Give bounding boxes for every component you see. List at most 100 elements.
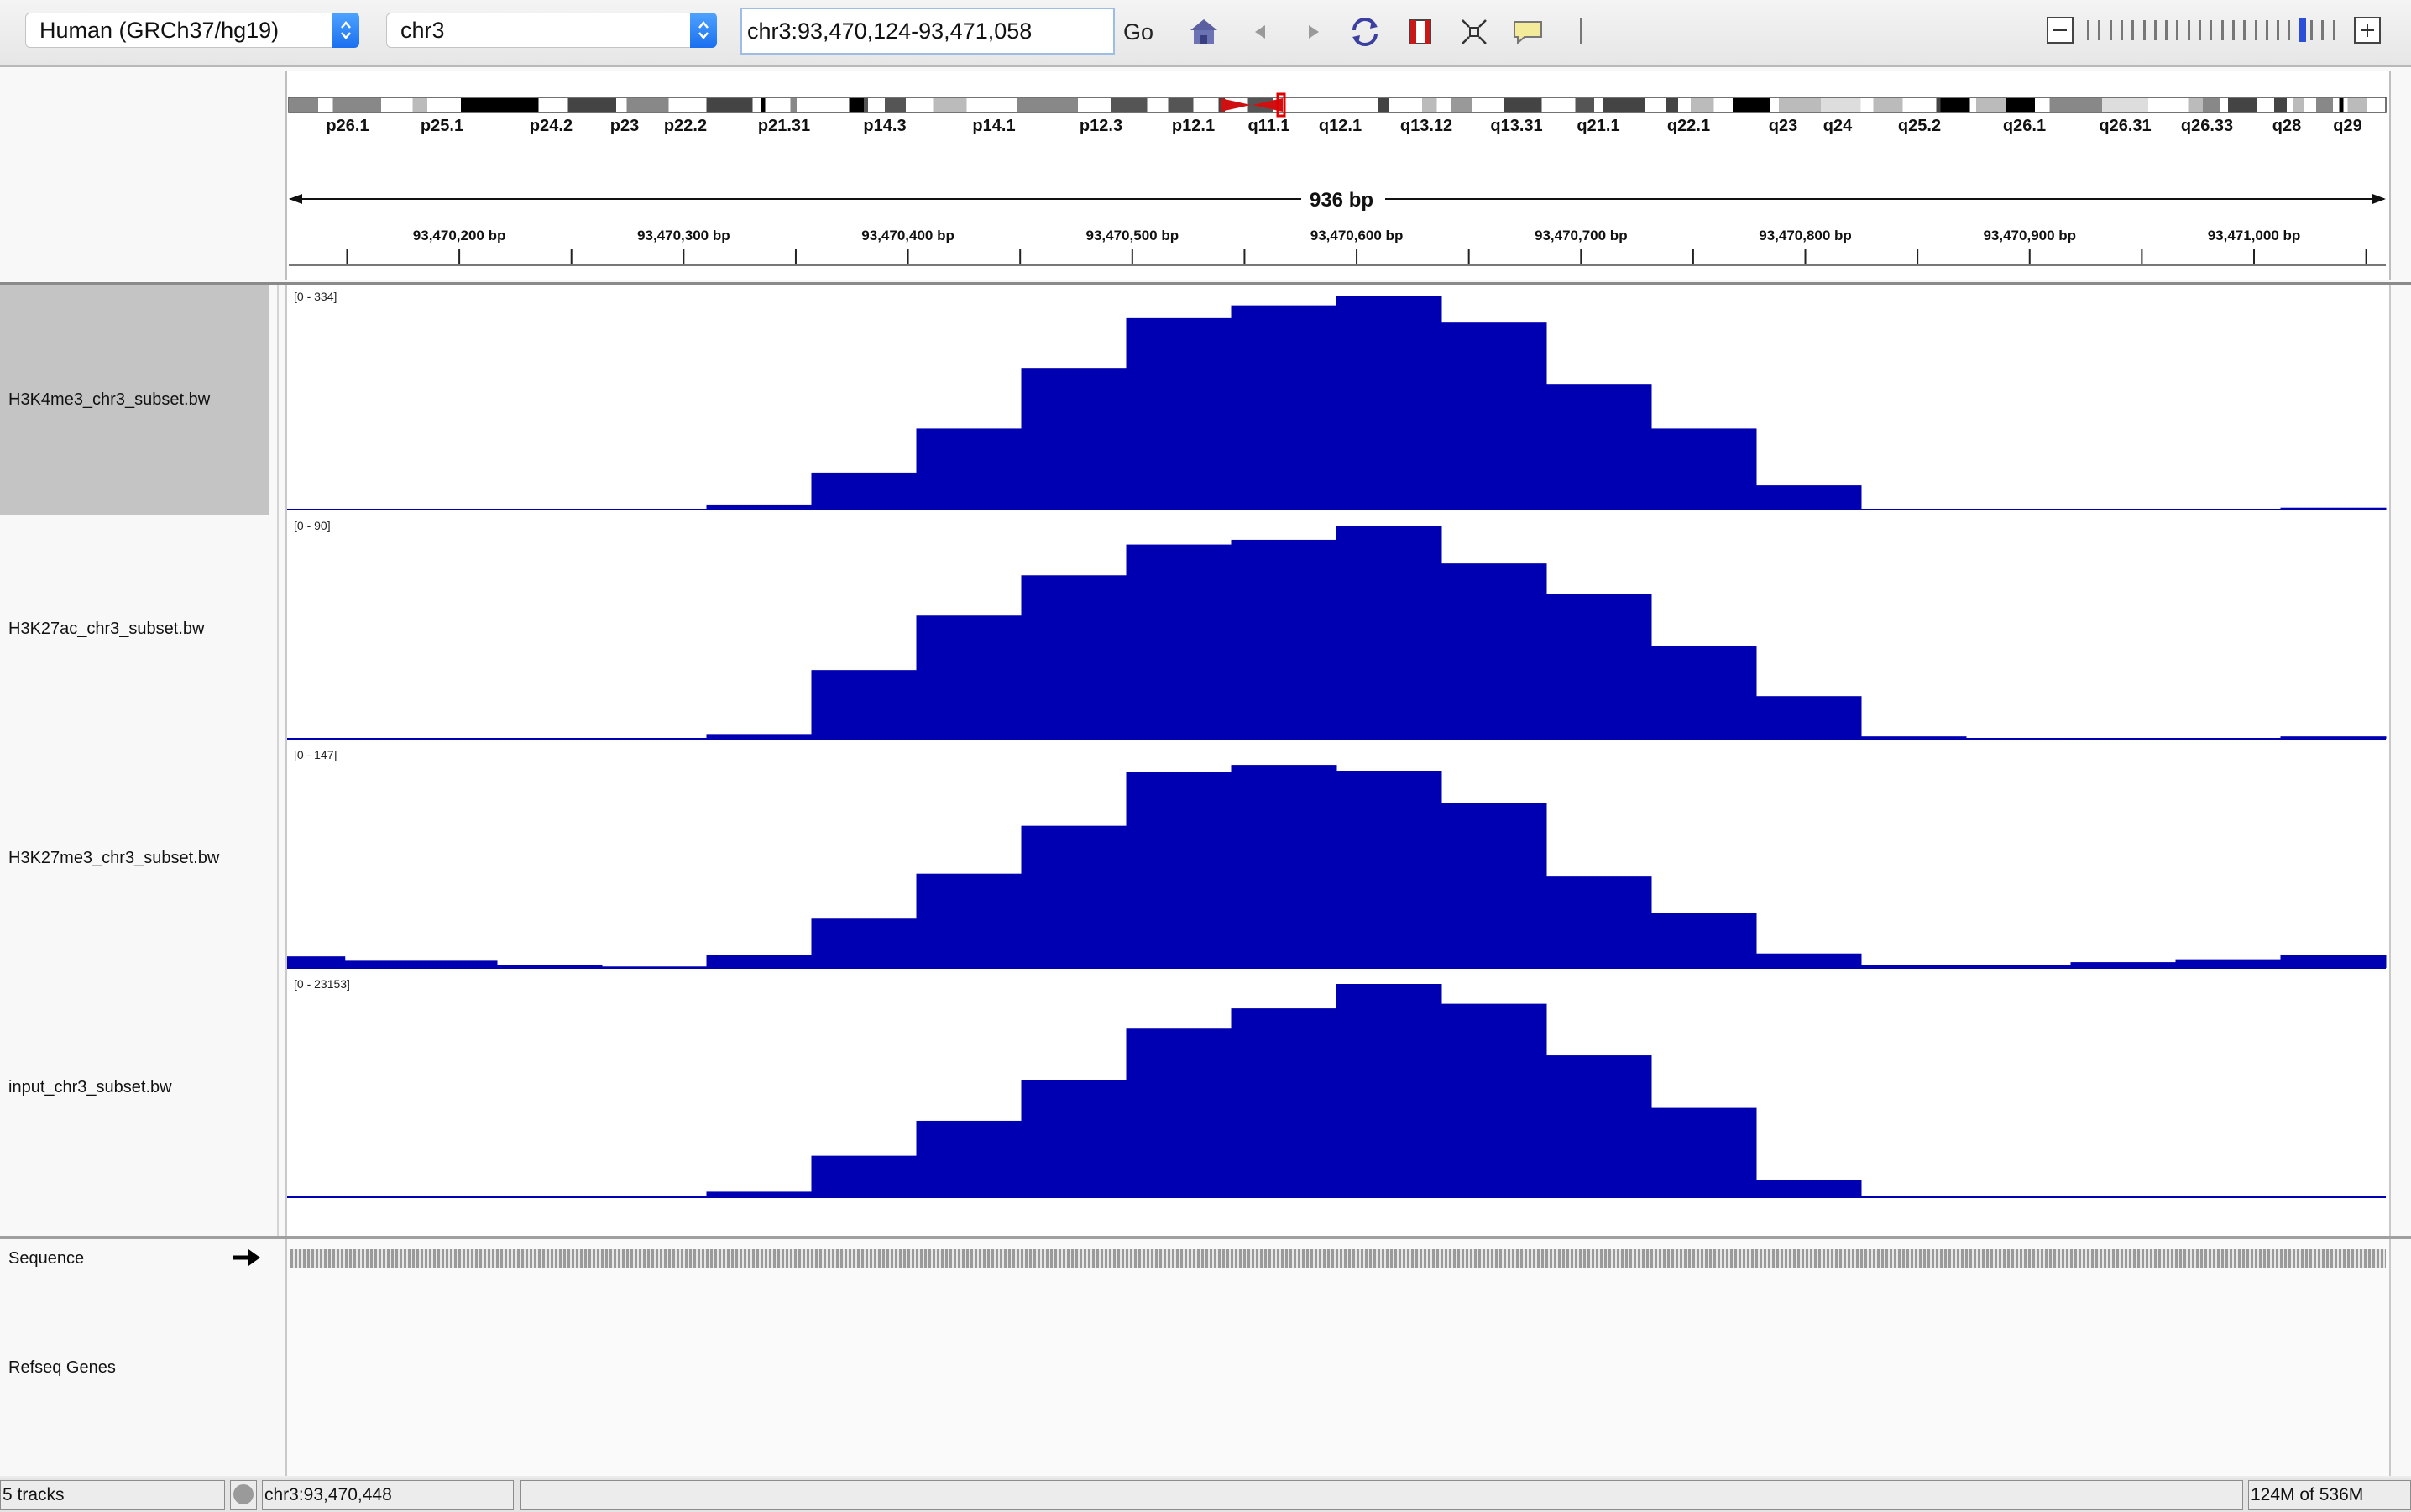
coverage-bar[interactable] — [1022, 575, 1127, 739]
coverage-bar[interactable] — [1546, 594, 1652, 739]
coverage-bar[interactable] — [2071, 738, 2177, 739]
coverage-bar[interactable] — [2176, 738, 2282, 739]
coverage-bar[interactable] — [497, 965, 603, 968]
coverage-bar[interactable] — [1127, 318, 1232, 510]
ideogram-band[interactable] — [1111, 98, 1148, 112]
chromosome-ideogram[interactable]: p26.1p25.1p24.2p23p22.2p21.31p14.3p14.1p… — [289, 94, 2386, 135]
zoom-tick[interactable] — [2255, 20, 2257, 40]
track-name[interactable]: input_chr3_subset.bw — [0, 973, 269, 1202]
strand-arrow-icon[interactable] — [232, 1246, 262, 1269]
ideogram-band[interactable] — [1576, 98, 1595, 112]
chromosome-dropdown[interactable]: chr3 — [386, 13, 717, 48]
ideogram-band[interactable] — [413, 98, 428, 112]
ideogram-band[interactable] — [850, 98, 865, 112]
coverage-bar[interactable] — [1441, 1004, 1547, 1197]
ruler[interactable]: 936 bp93,470,200 bp93,470,300 bp93,470,4… — [289, 189, 2386, 265]
ideogram-band[interactable] — [2006, 98, 2035, 112]
ideogram-band[interactable] — [1941, 98, 1970, 112]
track-name[interactable]: H3K4me3_chr3_subset.bw — [0, 285, 269, 515]
coverage-bar[interactable] — [917, 1121, 1022, 1197]
home-icon[interactable] — [1185, 13, 1222, 50]
zoom-out-button[interactable] — [2047, 17, 2074, 44]
coverage-bar[interactable] — [1546, 1055, 1652, 1197]
coverage-bar[interactable] — [1441, 563, 1547, 739]
coverage-bar[interactable] — [1756, 485, 1862, 510]
coverage-bar[interactable] — [2281, 508, 2387, 510]
ideogram-band[interactable] — [934, 98, 967, 112]
zoom-in-button[interactable] — [2354, 17, 2381, 44]
ideogram-band[interactable] — [2340, 98, 2344, 112]
zoom-tick[interactable] — [2131, 20, 2134, 40]
ideogram-band[interactable] — [761, 98, 766, 112]
coverage-bar[interactable] — [1441, 322, 1547, 510]
coverage-bar[interactable] — [1232, 306, 1337, 510]
coverage-bar[interactable] — [812, 670, 918, 739]
zoom-tick[interactable] — [2087, 20, 2089, 40]
ideogram-band[interactable] — [1779, 98, 1821, 112]
ideogram-band[interactable] — [333, 98, 382, 112]
coverage-bar[interactable] — [287, 956, 345, 968]
coverage-bar[interactable] — [1336, 296, 1442, 510]
ideogram-band[interactable] — [791, 98, 798, 112]
ideogram-band[interactable] — [1017, 98, 1079, 112]
coverage-bar[interactable] — [1336, 526, 1442, 739]
coverage-bar[interactable] — [1966, 965, 2072, 968]
track-H3K27me3[interactable]: [0 - 147] — [287, 748, 2387, 968]
coverage-bar[interactable] — [602, 966, 708, 968]
ideogram-band[interactable] — [864, 98, 868, 112]
resize-icon[interactable] — [1456, 13, 1493, 50]
genome-dropdown[interactable]: Human (GRCh37/hg19) — [25, 13, 359, 48]
zoom-tick[interactable] — [2310, 20, 2313, 40]
ideogram-band[interactable] — [707, 98, 753, 112]
track-H3K4me3[interactable]: [0 - 334] — [287, 290, 2387, 510]
coverage-bar[interactable] — [1232, 540, 1337, 739]
ideogram-band[interactable] — [2050, 98, 2103, 112]
coverage-bar[interactable] — [1756, 1180, 1862, 1197]
back-icon[interactable] — [1242, 13, 1279, 50]
coverage-bar[interactable] — [1022, 1080, 1127, 1197]
coverage-bar[interactable] — [812, 473, 918, 510]
coverage-bar[interactable] — [707, 734, 813, 739]
track-name[interactable]: H3K27me3_chr3_subset.bw — [0, 744, 269, 973]
zoom-tick[interactable] — [2266, 20, 2268, 40]
ideogram-band[interactable] — [1733, 98, 1770, 112]
zoom-tick[interactable] — [2188, 20, 2190, 40]
ideogram-band[interactable] — [289, 98, 318, 112]
zoom-tick[interactable] — [2143, 20, 2146, 40]
zoom-tick[interactable] — [2165, 20, 2168, 40]
ideogram-band[interactable] — [568, 98, 617, 112]
locus-input[interactable] — [740, 8, 1115, 55]
coverage-bar[interactable] — [1546, 876, 1652, 968]
zoom-tick[interactable] — [2110, 20, 2112, 40]
track-data-area[interactable]: [0 - 334][0 - 90][0 - 147][0 - 23153] — [285, 285, 2391, 1236]
zoom-slider-thumb[interactable] — [2299, 18, 2306, 42]
roi-icon[interactable] — [1402, 13, 1439, 50]
zoom-tick[interactable] — [2210, 20, 2212, 40]
zoom-tick[interactable] — [2176, 20, 2178, 40]
coverage-bar[interactable] — [1441, 803, 1547, 968]
coverage-bar[interactable] — [1651, 646, 1757, 739]
coverage-bar[interactable] — [707, 1191, 813, 1197]
zoom-tick[interactable] — [2221, 20, 2224, 40]
ideogram-band[interactable] — [1603, 98, 1645, 112]
zoom-tick[interactable] — [2288, 20, 2290, 40]
coverage-bar[interactable] — [1336, 771, 1442, 968]
coverage-bar[interactable] — [1232, 1008, 1337, 1197]
coverage-bar[interactable] — [917, 428, 1022, 510]
zoom-tick[interactable] — [2321, 20, 2324, 40]
sequence-track[interactable] — [290, 1249, 2386, 1268]
ideogram-band[interactable] — [1937, 98, 1941, 112]
coverage-bar[interactable] — [2281, 955, 2387, 968]
coverage-bar[interactable] — [1651, 428, 1757, 510]
zoom-tick[interactable] — [2232, 20, 2235, 40]
coverage-bar[interactable] — [2071, 962, 2177, 968]
refresh-icon[interactable] — [1347, 13, 1383, 50]
coverage-bar[interactable] — [1127, 1028, 1232, 1197]
coverage-bar[interactable] — [1651, 1108, 1757, 1197]
zoom-widget[interactable] — [2043, 15, 2387, 49]
ideogram-band[interactable] — [2189, 98, 2204, 112]
ideogram-band[interactable] — [1451, 98, 1472, 112]
ideogram-band[interactable] — [2228, 98, 2257, 112]
coverage-bar[interactable] — [2281, 736, 2387, 739]
ideogram-band[interactable] — [627, 98, 669, 112]
